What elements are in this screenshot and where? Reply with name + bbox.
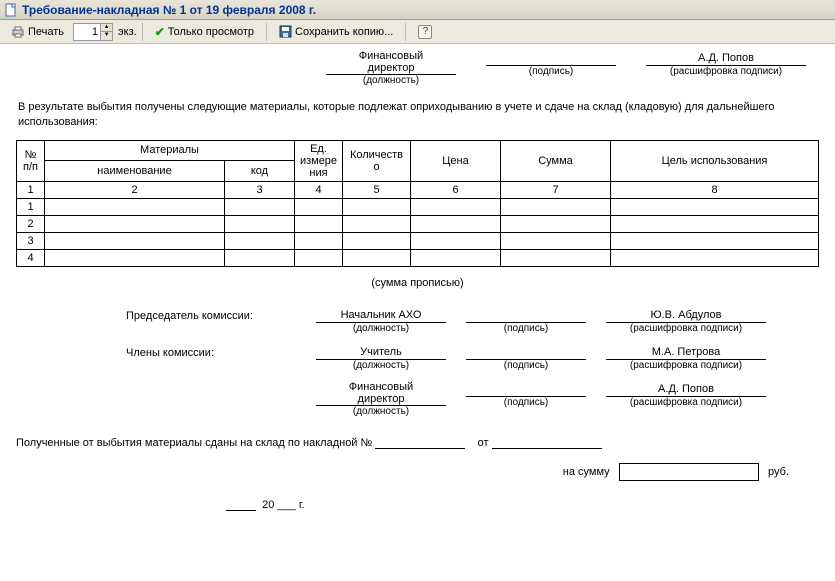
position-caption: (должность) bbox=[326, 75, 456, 86]
toolbar-separator bbox=[266, 23, 267, 41]
signature-caption: (подпись) bbox=[486, 66, 616, 77]
sum-in-words-caption: (сумма прописью) bbox=[16, 277, 819, 289]
th-qty: Количеств о bbox=[343, 140, 411, 181]
colnum: 6 bbox=[411, 181, 501, 198]
colnum: 2 bbox=[45, 181, 225, 198]
save-copy-button[interactable]: Сохранить копию... bbox=[272, 22, 400, 42]
name-caption: (расшифровка подписи) bbox=[646, 66, 806, 77]
copies-spinner[interactable]: ▲ ▼ bbox=[73, 23, 113, 41]
printer-icon bbox=[11, 26, 25, 38]
signature-line bbox=[486, 50, 616, 66]
from-label: от bbox=[478, 437, 489, 449]
delivered-block: Полученные от выбытия материалы сданы на… bbox=[16, 435, 819, 511]
colnum: 4 bbox=[295, 181, 343, 198]
th-materials: Материалы bbox=[45, 140, 295, 161]
view-only-toggle[interactable]: ✔ Только просмотр bbox=[148, 22, 261, 42]
colnum: 1 bbox=[17, 181, 45, 198]
th-materials-code: код bbox=[225, 161, 295, 182]
toolbar-separator bbox=[405, 23, 406, 41]
document-body: Финансовый директор (должность) (подпись… bbox=[0, 44, 835, 521]
from-line bbox=[492, 435, 602, 449]
th-materials-name: наименование bbox=[45, 161, 225, 182]
commission-position-l1: Финансовый bbox=[316, 381, 446, 393]
table-row: 3 bbox=[17, 232, 819, 249]
commission-members-label: Члены комиссии: bbox=[126, 344, 296, 371]
currency-label: руб. bbox=[768, 466, 789, 478]
position-line1: Финансовый bbox=[326, 50, 456, 62]
copies-unit: экз. bbox=[118, 26, 137, 38]
th-npp: № п/п bbox=[17, 140, 45, 181]
intro-paragraph: В результате выбытия получены следующие … bbox=[18, 100, 817, 130]
save-icon bbox=[279, 25, 292, 38]
th-price: Цена bbox=[411, 140, 501, 181]
spinner-down[interactable]: ▼ bbox=[100, 32, 112, 40]
colnum: 3 bbox=[225, 181, 295, 198]
colnum: 8 bbox=[611, 181, 819, 198]
help-button[interactable]: ? bbox=[411, 22, 439, 42]
th-sum: Сумма bbox=[501, 140, 611, 181]
colnum: 5 bbox=[343, 181, 411, 198]
position-line2: директор bbox=[326, 62, 456, 75]
sum-label: на сумму bbox=[563, 466, 610, 478]
delivered-text: Полученные от выбытия материалы сданы на… bbox=[16, 437, 372, 449]
print-label: Печать bbox=[28, 26, 64, 38]
save-copy-label: Сохранить копию... bbox=[295, 26, 393, 38]
commission-name: А.Д. Попов bbox=[606, 383, 766, 395]
toolbar-separator bbox=[142, 23, 143, 41]
commission-name: Ю.В. Абдулов bbox=[606, 309, 766, 321]
checkmark-icon: ✔ bbox=[155, 25, 165, 39]
commission-position: Учитель bbox=[316, 346, 446, 358]
materials-table: № п/п Материалы Ед. измере ния Количеств… bbox=[16, 140, 819, 267]
name-line: А.Д. Попов bbox=[646, 50, 806, 66]
table-row: 4 bbox=[17, 249, 819, 266]
year-suffix: 20 ___ г. bbox=[262, 499, 304, 511]
th-purpose: Цель использования bbox=[611, 140, 819, 181]
print-button[interactable]: Печать bbox=[4, 22, 71, 42]
commission-name: М.А. Петрова bbox=[606, 346, 766, 358]
th-unit: Ед. измере ния bbox=[295, 140, 343, 181]
commission-chair-label: Председатель комиссии: bbox=[126, 307, 296, 334]
amount-box bbox=[619, 463, 759, 481]
window-titlebar: Требование-накладная № 1 от 19 февраля 2… bbox=[0, 0, 835, 20]
help-icon: ? bbox=[418, 25, 432, 39]
colnum: 7 bbox=[501, 181, 611, 198]
table-row: 2 bbox=[17, 215, 819, 232]
commission-position: Начальник АХО bbox=[316, 309, 446, 321]
commission-block: Председатель комиссии: Начальник АХО (до… bbox=[126, 307, 819, 417]
colnum-row: 1 2 3 4 5 6 7 8 bbox=[17, 181, 819, 198]
invoice-number-line bbox=[375, 435, 465, 449]
approver-name: А.Д. Попов bbox=[646, 52, 806, 64]
top-signature-row: Финансовый директор (должность) (подпись… bbox=[326, 50, 819, 86]
commission-position-l2: директор bbox=[316, 393, 446, 406]
toolbar: Печать ▲ ▼ экз. ✔ Только просмотр Сохран… bbox=[0, 20, 835, 44]
table-row: 1 bbox=[17, 198, 819, 215]
document-icon bbox=[4, 3, 18, 17]
view-only-label: Только просмотр bbox=[168, 26, 254, 38]
spinner-up[interactable]: ▲ bbox=[100, 24, 112, 32]
window-title: Требование-накладная № 1 от 19 февраля 2… bbox=[22, 3, 316, 17]
copies-input[interactable] bbox=[74, 26, 100, 38]
